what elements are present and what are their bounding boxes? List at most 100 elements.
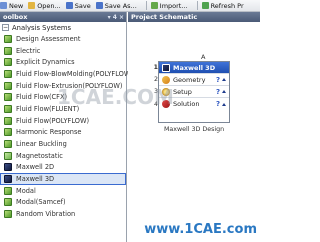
schematic-header: Project Schematic bbox=[128, 12, 260, 22]
toolbox-pane: oolbox ▾ 4 × − Analysis Systems Design A… bbox=[0, 12, 133, 242]
toolbox-item[interactable]: Maxwell 2D bbox=[0, 162, 126, 174]
toolbar-separator bbox=[196, 1, 198, 10]
toolbox-item-label: Design Assessment bbox=[16, 34, 81, 43]
open-icon bbox=[28, 2, 36, 9]
analysis-system-icon bbox=[4, 128, 12, 137]
toolbox-item[interactable]: Magnetostatic bbox=[0, 150, 126, 162]
toolbar-open-label: Open... bbox=[37, 1, 61, 10]
toolbox-item[interactable]: Random Vibration bbox=[0, 208, 126, 220]
toolbox-item[interactable]: Harmonic Response bbox=[0, 127, 126, 139]
toolbox-item[interactable]: Maxwell 3D bbox=[0, 173, 126, 185]
collapse-icon[interactable]: − bbox=[2, 24, 9, 31]
toolbox-item[interactable]: Electric bbox=[0, 45, 126, 57]
toolbox-item[interactable]: Linear Buckling bbox=[0, 138, 126, 150]
analysis-system-icon bbox=[4, 140, 12, 149]
toolbox-item[interactable]: Explicit Dynamics bbox=[0, 56, 126, 68]
system-block-maxwell-3d[interactable]: 1 Maxwell 3D 2 Geometry ? 3 Setup ? 4 So… bbox=[154, 61, 230, 123]
analysis-system-icon bbox=[4, 210, 12, 219]
analysis-system-icon bbox=[4, 104, 12, 113]
toolbox-item-label: Explicit Dynamics bbox=[16, 58, 75, 67]
toolbox-item-label: Harmonic Response bbox=[16, 128, 82, 137]
toolbox-item-label: Maxwell 3D bbox=[16, 175, 55, 184]
toolbar-new-label: New bbox=[9, 1, 24, 10]
analysis-system-icon bbox=[4, 81, 12, 90]
toolbar-open-button[interactable]: Open... bbox=[28, 0, 61, 11]
toolbox-item-label: Random Vibration bbox=[16, 210, 76, 219]
column-letter: A bbox=[201, 53, 206, 61]
group-analysis-systems[interactable]: − Analysis Systems bbox=[0, 22, 126, 33]
toolbar-separator bbox=[145, 1, 147, 10]
toolbar-save-as-label: Save As... bbox=[104, 1, 137, 10]
analysis-system-icon bbox=[4, 69, 12, 78]
analysis-system-list: Design Assessment Electric Explicit Dynami… bbox=[0, 33, 133, 220]
analysis-system-icon bbox=[4, 175, 12, 184]
analysis-system-icon bbox=[4, 163, 12, 172]
toolbox-item[interactable]: Modal bbox=[0, 185, 126, 197]
toolbox-item[interactable]: Fluid Flow(CFX) bbox=[0, 91, 126, 103]
analysis-system-icon bbox=[4, 198, 12, 207]
geometry-label: Geometry bbox=[173, 75, 206, 84]
solution-label: Solution bbox=[173, 100, 200, 108]
toolbar-new-button[interactable]: New bbox=[0, 0, 24, 11]
toolbox-item-label: Fluid Flow(FLUENT) bbox=[16, 104, 80, 113]
toolbox-item-label: Magnetostatic bbox=[16, 151, 63, 160]
block-title-label: Maxwell 3D bbox=[173, 63, 216, 72]
geometry-icon bbox=[162, 75, 170, 84]
toolbox-item[interactable]: Modal(Samcef) bbox=[0, 197, 126, 209]
row-number: 2 bbox=[153, 76, 158, 83]
toolbox-item-label: Modal(Samcef) bbox=[16, 198, 66, 207]
cell-menu-arrow-icon[interactable] bbox=[222, 102, 226, 106]
block-row-solution[interactable]: 4 Solution ? bbox=[154, 98, 229, 110]
toolbar-save-button[interactable]: Save bbox=[65, 0, 91, 11]
refresh-icon bbox=[201, 2, 209, 9]
toolbar-import-label: Import... bbox=[159, 1, 188, 10]
toolbox-item-label: Electric bbox=[16, 46, 41, 55]
toolbox-item-label: Linear Buckling bbox=[16, 140, 67, 149]
row-number: 3 bbox=[153, 88, 158, 95]
block-row-geometry[interactable]: 2 Geometry ? bbox=[154, 74, 229, 86]
import-icon bbox=[150, 2, 158, 9]
system-caption[interactable]: Maxwell 3D Design bbox=[164, 126, 224, 133]
toolbox-item[interactable]: Design Assessment bbox=[0, 33, 126, 45]
block-row-setup[interactable]: 3 Setup ? bbox=[154, 86, 229, 98]
toolbar-refresh-button[interactable]: Refresh Pr bbox=[201, 0, 244, 11]
group-label: Analysis Systems bbox=[12, 23, 72, 32]
toolbar-save-as-button[interactable]: Save As... bbox=[95, 0, 137, 11]
analysis-system-icon bbox=[4, 93, 12, 102]
toolbox-item[interactable]: Fluid Flow(FLUENT) bbox=[0, 103, 126, 115]
toolbox-item[interactable]: Fluid Flow(POLYFLOW) bbox=[0, 115, 126, 127]
toolbox-header: oolbox ▾ 4 × bbox=[0, 12, 126, 22]
project-schematic-pane: Project Schematic A 1 Maxwell 3D 2 Geome… bbox=[128, 12, 260, 242]
setup-icon bbox=[162, 87, 170, 96]
analysis-system-icon bbox=[4, 151, 12, 160]
analysis-system-icon bbox=[4, 186, 12, 195]
toolbox-item-label: Maxwell 2D bbox=[16, 163, 55, 172]
analysis-system-icon bbox=[4, 34, 12, 43]
pane-pin-icon[interactable]: ▾ 4 × bbox=[108, 14, 124, 21]
toolbar-refresh-label: Refresh Pr bbox=[210, 1, 244, 10]
schematic-title: Project Schematic bbox=[131, 13, 198, 21]
toolbox-item[interactable]: Fluid Flow-Extrusion(POLYFLOW) bbox=[0, 80, 126, 92]
row-number: 4 bbox=[153, 100, 158, 108]
toolbar-import-button[interactable]: Import... bbox=[150, 0, 188, 11]
setup-label: Setup bbox=[173, 87, 192, 96]
block-row-title[interactable]: 1 Maxwell 3D bbox=[154, 62, 229, 74]
analysis-system-icon bbox=[4, 58, 12, 67]
solution-icon bbox=[162, 100, 170, 108]
new-icon bbox=[0, 2, 7, 9]
status-unfulfilled-icon: ? bbox=[215, 75, 220, 84]
toolbox-item-label: Fluid Flow-BlowMolding(POLYFLOW) bbox=[16, 69, 133, 78]
cell-menu-arrow-icon[interactable] bbox=[222, 78, 226, 81]
status-unfulfilled-icon: ? bbox=[215, 100, 220, 108]
row-number: 1 bbox=[153, 64, 158, 71]
save-icon bbox=[65, 2, 73, 9]
toolbar-save-label: Save bbox=[74, 1, 91, 10]
toolbox-item[interactable]: Fluid Flow-BlowMolding(POLYFLOW) bbox=[0, 68, 133, 80]
toolbox-item-label: Fluid Flow(POLYFLOW) bbox=[16, 116, 90, 125]
analysis-system-icon bbox=[4, 46, 12, 55]
toolbox-item-label: Fluid Flow(CFX) bbox=[16, 93, 68, 102]
toolbox-item-label: Modal bbox=[16, 186, 36, 195]
toolbox-title: oolbox bbox=[3, 13, 28, 21]
toolbox-item-label: Fluid Flow-Extrusion(POLYFLOW) bbox=[16, 81, 123, 90]
cell-menu-arrow-icon[interactable] bbox=[222, 90, 226, 93]
